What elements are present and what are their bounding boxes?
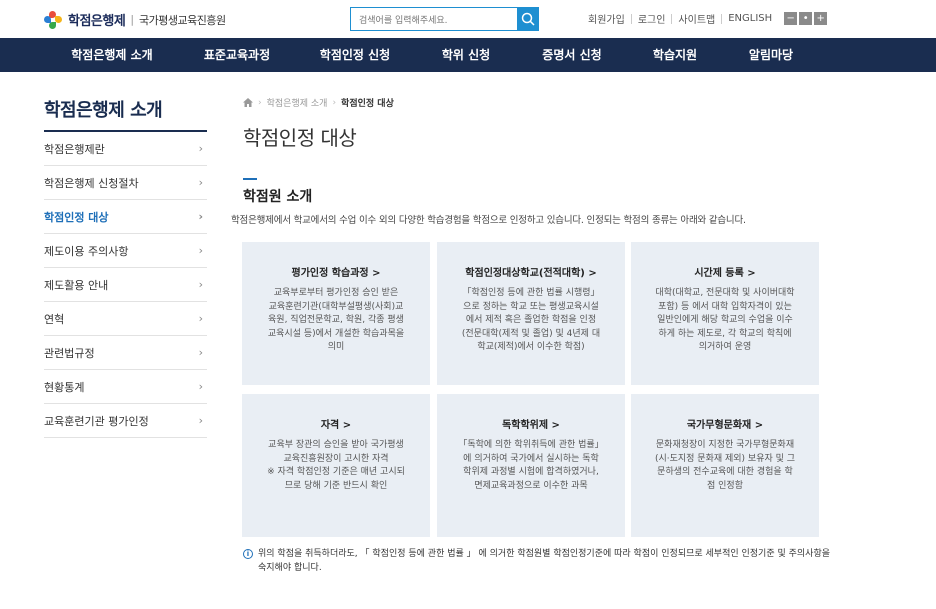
sidebar-item-procedure[interactable]: 학점은행제 신청절차 › [44, 166, 207, 200]
top-bar: 학점은행제 | 국가평생교육진흥원 회원가입 로그인 사이트맵 ENGLISH … [0, 0, 936, 38]
chevron-right-icon: › [198, 414, 203, 427]
login-link[interactable]: 로그인 [632, 11, 672, 26]
breadcrumb-current: 학점인정 대상 [341, 99, 394, 109]
sidebar-item-history[interactable]: 연혁 › [44, 302, 207, 336]
card-description: 교육부 장관의 승인을 받아 국가평생 교육진흥원장이 고시한 자격 ※ 자격 학점… [267, 440, 405, 491]
sidebar-item-usage-guide[interactable]: 제도활용 안내 › [44, 268, 207, 302]
english-link[interactable]: ENGLISH [722, 13, 778, 24]
card-certification[interactable]: 자격 > 교육부 장관의 승인을 받아 국가평생 교육진흥원장이 고시한 자격 ※ … [242, 394, 430, 537]
gnb-item-notice[interactable]: 알림마당 [749, 38, 793, 72]
chevron-right-icon: › [198, 346, 203, 359]
card-description: 문화재청장이 지정한 국가무형문화재 (시·도지정 문화재 제외) 보유자 및 그… [654, 440, 796, 491]
logo-flower-icon [44, 10, 62, 29]
sidebar-item-regulations[interactable]: 관련법규정 › [44, 336, 207, 370]
notice: i 위의 학점을 취득하더라도, 「 학점인정 등에 관한 법률 」 에 의거한… [243, 547, 833, 575]
gnb-item-credit-application[interactable]: 학점인정 신청 [320, 38, 390, 72]
card-title[interactable]: 독학학위제 > [449, 416, 613, 431]
card-title[interactable]: 학점인정대상학교(전적대학) > [449, 264, 613, 279]
sidebar-item-label: 학점은행제 신청절차 [44, 176, 139, 190]
zoom-in-button[interactable]: + [814, 12, 828, 25]
card-previous-college[interactable]: 학점인정대상학교(전적대학) > 「학점인정 등에 관한 법률 시행령」 으로 정… [437, 242, 625, 385]
search-icon [521, 12, 535, 26]
gnb-item-certificate[interactable]: 증명서 신청 [542, 38, 601, 72]
card-accredited-courses[interactable]: 평가인정 학습과정 > 교육부로부터 평가인정 승인 받은 교육훈련기관(대학부설… [242, 242, 430, 385]
utility-links: 회원가입 로그인 사이트맵 ENGLISH − • + [582, 11, 828, 26]
card-part-time-enrollment[interactable]: 시간제 등록 > 대학(대학교, 전문대학 및 사이버대학 포함) 등 에서 대학… [631, 242, 819, 385]
card-description: 「독학에 의한 학위취득에 관한 법률」 에 의거하여 국가에서 실시하는 독학 학… [458, 440, 604, 491]
section-title: 학점원 소개 [243, 189, 313, 205]
site-logo[interactable]: 학점은행제 | 국가평생교육진흥원 [44, 10, 226, 29]
card-title[interactable]: 국가무형문화재 > [643, 416, 807, 431]
logo-sub-text: 국가평생교육진흥원 [139, 13, 226, 27]
info-icon: i [243, 549, 253, 559]
sidebar-item-label: 교육훈련기관 평가인정 [44, 414, 149, 428]
chevron-right-icon: › [198, 176, 203, 189]
card-self-study-degree[interactable]: 독학학위제 > 「독학에 의한 학위취득에 관한 법률」 에 의거하여 국가에서 … [437, 394, 625, 537]
zoom-out-button[interactable]: − [784, 12, 798, 25]
sitemap-link[interactable]: 사이트맵 [672, 11, 721, 26]
zoom-controls: − • + [782, 12, 828, 25]
page-title: 학점인정 대상 [243, 126, 357, 150]
card-title[interactable]: 평가인정 학습과정 > [254, 264, 418, 279]
chevron-right-icon: › [198, 210, 203, 223]
breadcrumb-separator: › [258, 97, 262, 108]
logo-main-text: 학점은행제 [68, 14, 126, 29]
sidebar-item-credit-target[interactable]: 학점인정 대상 › [44, 200, 207, 234]
sidebar-title: 학점은행제 소개 [44, 100, 163, 121]
gnb-item-learning-support[interactable]: 학습지원 [653, 38, 697, 72]
sidebar-menu: 학점은행제란 › 학점은행제 신청절차 › 학점인정 대상 › 제도이용 주의사항 › … [44, 132, 207, 438]
sidebar-item-label: 현황통계 [44, 380, 85, 394]
breadcrumb-item[interactable]: 학점은행제 소개 [267, 96, 328, 109]
card-description: 「학점인정 등에 관한 법률 시행령」 으로 정하는 학교 또는 평생교육시설 에서… [461, 288, 601, 352]
sidebar-item-label: 연혁 [44, 312, 65, 326]
notice-text: 위의 학점을 취득하더라도, 「 학점인정 등에 관한 법률 」 에 의거한 학… [258, 549, 831, 573]
gnb-item-standard-curriculum[interactable]: 표준교육과정 [204, 38, 270, 72]
section-description: 학점은행제에서 학교에서의 수업 이수 외의 다양한 학습경험을 학점으로 인정… [231, 215, 746, 226]
chevron-right-icon: › [198, 380, 203, 393]
chevron-right-icon: › [198, 244, 203, 257]
search-button[interactable] [517, 7, 539, 31]
gnb-item-degree-application[interactable]: 학위 신청 [442, 38, 490, 72]
card-description: 교육부로부터 평가인정 승인 받은 교육훈련기관(대학부설평생(사회)교 육원, 직… [267, 288, 405, 352]
chevron-right-icon: › [198, 142, 203, 155]
sidebar-item-cautions[interactable]: 제도이용 주의사항 › [44, 234, 207, 268]
search-input[interactable] [351, 10, 519, 32]
sidebar-item-about[interactable]: 학점은행제란 › [44, 132, 207, 166]
main-navigation: 학점은행제 소개 표준교육과정 학점인정 신청 학위 신청 증명서 신청 학습지… [0, 38, 936, 72]
sidebar-item-label: 제도이용 주의사항 [44, 244, 129, 258]
breadcrumb-separator: › [332, 97, 337, 108]
home-icon[interactable] [243, 98, 253, 107]
section-accent-bar [243, 178, 257, 180]
breadcrumb: › 학점은행제 소개 › 학점인정 대상 [243, 96, 394, 109]
sidebar-item-institution-evaluation[interactable]: 교육훈련기관 평가인정 › [44, 404, 207, 438]
sidebar-item-statistics[interactable]: 현황통계 › [44, 370, 207, 404]
sidebar-item-label: 학점은행제란 [44, 142, 105, 156]
signup-link[interactable]: 회원가입 [582, 11, 631, 26]
card-description: 대학(대학교, 전문대학 및 사이버대학 포함) 등 에서 대학 입학자격이 있는… [655, 288, 795, 352]
logo-separator: | [130, 13, 135, 26]
search-box [350, 7, 539, 32]
sidebar-item-label: 학점인정 대상 [44, 210, 109, 224]
gnb-item-intro[interactable]: 학점은행제 소개 [71, 38, 152, 72]
chevron-right-icon: › [198, 312, 203, 325]
card-title[interactable]: 시간제 등록 > [643, 264, 807, 279]
card-title[interactable]: 자격 > [254, 416, 418, 431]
card-intangible-heritage[interactable]: 국가무형문화재 > 문화재청장이 지정한 국가무형문화재 (시·도지정 문화재 제… [631, 394, 819, 537]
chevron-right-icon: › [198, 278, 203, 291]
sidebar-item-label: 관련법규정 [44, 346, 95, 360]
zoom-reset-button[interactable]: • [799, 12, 813, 25]
sidebar-item-label: 제도활용 안내 [44, 278, 109, 292]
